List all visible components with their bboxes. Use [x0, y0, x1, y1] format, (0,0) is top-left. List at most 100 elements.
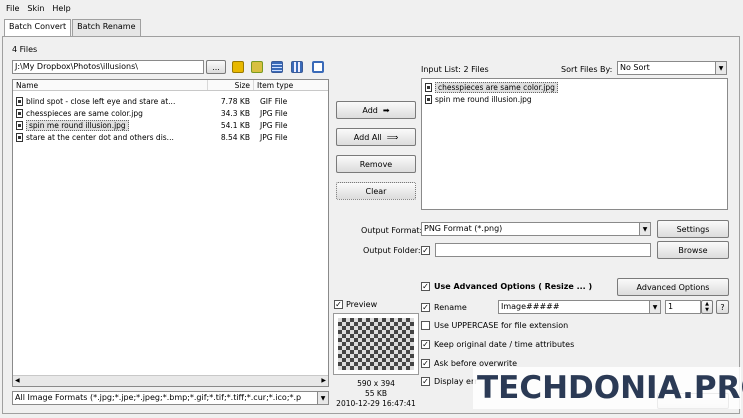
format-filter-value: All Image Formats (*.jpg;*.jpe;*.jpeg;*.…: [15, 393, 302, 402]
scroll-right-icon[interactable]: ▶: [321, 377, 326, 384]
chevron-down-icon[interactable]: ▼: [715, 62, 726, 74]
add-all-button[interactable]: Add All ⟹: [336, 128, 416, 146]
display-errors-checkbox[interactable]: ✓: [421, 377, 430, 386]
input-list-label: Input List: 2 Files: [421, 65, 489, 74]
file-name: spin me round illusion.jpg: [26, 119, 129, 131]
chevron-down-icon[interactable]: ▼: [639, 223, 650, 235]
preview-toggle[interactable]: ✓ Preview: [334, 300, 377, 309]
file-list[interactable]: Name Size Item type blind spot - close l…: [12, 79, 329, 387]
new-folder-icon[interactable]: [251, 61, 263, 73]
file-name: chesspieces are same color.jpg: [26, 108, 143, 118]
menu-file[interactable]: File: [6, 4, 19, 13]
uppercase-checkbox[interactable]: [421, 321, 430, 330]
file-type: GIF File: [260, 96, 288, 106]
preview-date: 2010-12-29 16:47:41: [336, 399, 416, 408]
rename-toggle[interactable]: ✓ Rename: [421, 303, 467, 312]
input-list-item[interactable]: spin me round illusion.jpg: [422, 93, 727, 105]
file-row[interactable]: blind spot - close left eye and stare at…: [13, 95, 328, 107]
file-row[interactable]: chesspieces are same color.jpg 34.3 KB J…: [13, 107, 328, 119]
file-size: 54.1 KB: [220, 120, 250, 130]
browse-button[interactable]: Browse: [657, 241, 729, 259]
rename-start-spinner[interactable]: ▲ ▼: [701, 300, 713, 314]
ask-overwrite-checkbox[interactable]: ✓: [421, 359, 430, 368]
thumbnail-view-icon[interactable]: [312, 61, 324, 73]
advanced-options-button[interactable]: Advanced Options: [617, 278, 729, 296]
folder-up-icon[interactable]: [232, 61, 244, 73]
keep-date-toggle[interactable]: ✓ Keep original date / time attributes: [421, 340, 574, 349]
chevron-down-icon[interactable]: ▼: [317, 392, 328, 404]
sort-select[interactable]: No Sort ▼: [617, 61, 727, 75]
arrow-right-icon: ➡: [382, 105, 390, 115]
details-view-icon[interactable]: [291, 61, 303, 73]
uppercase-toggle[interactable]: Use UPPERCASE for file extension: [421, 321, 568, 330]
use-advanced-toggle[interactable]: ✓ Use Advanced Options ( Resize ... ): [421, 282, 592, 291]
path-input[interactable]: J:\My Dropbox\Photos\illusions\: [12, 60, 204, 74]
file-icon: [16, 120, 23, 130]
rename-start-input[interactable]: 1: [665, 300, 701, 314]
format-filter-select[interactable]: All Image Formats (*.jpg;*.jpe;*.jpeg;*.…: [12, 391, 329, 405]
browse-path-button[interactable]: ...: [206, 60, 226, 74]
settings-button[interactable]: Settings: [657, 220, 729, 238]
remove-button[interactable]: Remove: [336, 155, 416, 173]
add-button[interactable]: Add ➡: [336, 101, 416, 119]
rename-pattern-select[interactable]: Image##### ▼: [498, 300, 661, 314]
menu-skin[interactable]: Skin: [27, 4, 44, 13]
keep-date-checkbox[interactable]: ✓: [421, 340, 430, 349]
preview-size: 55 KB: [365, 389, 387, 398]
chevron-down-icon[interactable]: ▼: [649, 301, 660, 313]
keep-date-label: Keep original date / time attributes: [434, 340, 575, 349]
rename-checkbox[interactable]: ✓: [421, 303, 430, 312]
preview-checkbox[interactable]: ✓: [334, 300, 343, 309]
file-size: 8.54 KB: [220, 132, 250, 142]
watermark-text: TECHDONIA.PRO: [477, 370, 743, 406]
file-icon: [16, 132, 23, 142]
output-format-select[interactable]: PNG Format (*.png) ▼: [421, 222, 651, 236]
rename-help-button[interactable]: ?: [716, 300, 729, 314]
add-button-label: Add: [362, 105, 378, 115]
file-row[interactable]: spin me round illusion.jpg 54.1 KB JPG F…: [13, 119, 328, 131]
display-errors-label: Display err: [434, 377, 478, 386]
file-icon: [425, 82, 432, 92]
menu-bar: File Skin Help: [0, 0, 743, 17]
clear-button[interactable]: Clear: [336, 182, 416, 200]
spin-down-icon[interactable]: ▼: [705, 307, 709, 313]
output-folder-input[interactable]: [435, 243, 651, 257]
tab-batch-convert[interactable]: Batch Convert: [4, 19, 72, 37]
sort-label: Sort Files By:: [561, 65, 613, 74]
tab-strip: Batch Convert Batch Rename: [4, 19, 142, 37]
use-advanced-label: Use Advanced Options ( Resize ... ): [434, 282, 593, 291]
tab-batch-rename[interactable]: Batch Rename: [72, 19, 141, 37]
watermark-logo: TECHDONIA.PRO: [473, 367, 743, 409]
output-format-value: PNG Format (*.png): [424, 224, 503, 233]
input-item-name: chesspieces are same color.jpg: [435, 81, 558, 93]
col-name-header[interactable]: Name: [13, 80, 208, 90]
use-advanced-checkbox[interactable]: ✓: [421, 282, 430, 291]
rename-pattern-value: Image#####: [501, 302, 560, 311]
scroll-left-icon[interactable]: ◀: [15, 377, 20, 384]
double-arrow-right-icon: ⟹: [386, 132, 399, 142]
file-count: 4 Files: [12, 45, 38, 54]
preview-label: Preview: [346, 300, 378, 309]
file-name: stare at the center dot and others dis..…: [26, 132, 174, 142]
file-size: 7.78 KB: [220, 96, 250, 106]
uppercase-label: Use UPPERCASE for file extension: [434, 321, 569, 330]
col-size-header[interactable]: Size: [208, 80, 254, 90]
file-type: JPG File: [260, 120, 288, 130]
file-type: JPG File: [260, 108, 288, 118]
output-folder-checkbox[interactable]: ✓: [421, 246, 430, 255]
menu-help[interactable]: Help: [52, 4, 70, 13]
col-type-header[interactable]: Item type: [254, 80, 324, 90]
input-list[interactable]: chesspieces are same color.jpg spin me r…: [421, 78, 728, 210]
file-list-scrollbar[interactable]: ◀ ▶: [13, 375, 328, 386]
list-view-icon[interactable]: [271, 61, 283, 73]
file-type: JPG File: [260, 132, 288, 142]
add-all-button-label: Add All: [353, 132, 382, 142]
display-errors-toggle[interactable]: ✓ Display err: [421, 377, 477, 386]
output-folder-label: Output Folder:: [363, 246, 421, 255]
file-size: 34.3 KB: [220, 108, 250, 118]
file-row[interactable]: stare at the center dot and others dis..…: [13, 131, 328, 143]
file-name: blind spot - close left eye and stare at…: [26, 96, 176, 106]
input-list-item[interactable]: chesspieces are same color.jpg: [422, 81, 727, 93]
input-item-name: spin me round illusion.jpg: [435, 94, 532, 104]
output-format-label: Output Format:: [361, 226, 423, 235]
